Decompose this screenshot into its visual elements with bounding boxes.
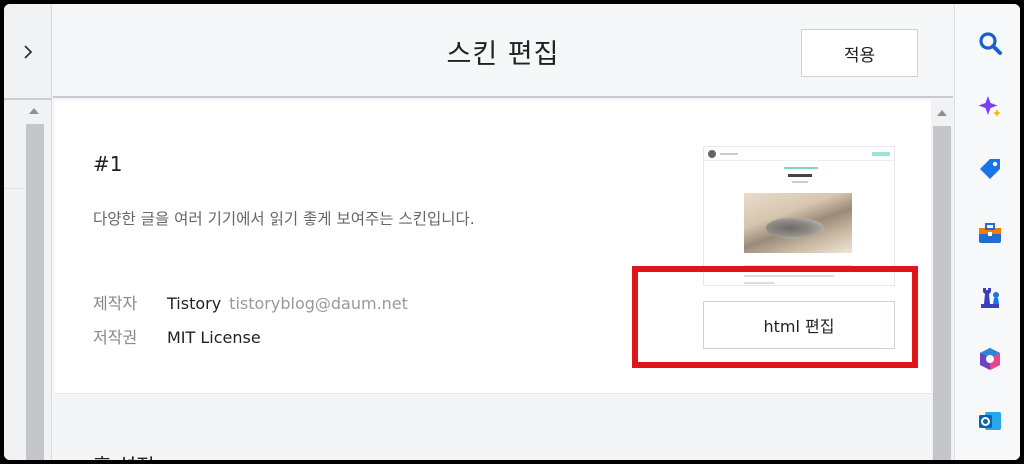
browser-window: 스킨 편집 적용 #1 다양한 글을 여러 기기에서 읽기 좋게 보여주는 스킨… <box>4 4 1020 460</box>
toolbox-icon[interactable] <box>975 218 1005 248</box>
panel-header: 스킨 편집 적용 <box>53 4 953 98</box>
left-scrollbar[interactable] <box>24 100 46 460</box>
preview-line <box>792 181 808 183</box>
chess-icon[interactable] <box>975 282 1005 312</box>
license-row: 저작권 MIT License <box>93 324 261 348</box>
section-heading: 홈 설정 <box>93 450 155 460</box>
left-panel-collapsed <box>4 4 52 460</box>
sparkle-icon[interactable] <box>975 92 1005 122</box>
skin-edit-panel: 스킨 편집 적용 #1 다양한 글을 여러 기기에서 읽기 좋게 보여주는 스킨… <box>53 4 953 460</box>
main-scrollbar[interactable] <box>931 100 953 460</box>
left-panel-header <box>4 4 52 100</box>
office-icon[interactable] <box>975 344 1005 374</box>
preview-line <box>720 153 738 155</box>
preview-line <box>784 167 818 169</box>
skin-info-card: #1 다양한 글을 여러 기기에서 읽기 좋게 보여주는 스킨입니다. 제작자 … <box>55 100 931 394</box>
outlook-icon[interactable] <box>975 406 1005 436</box>
search-icon[interactable] <box>975 28 1005 58</box>
chevron-right-icon[interactable] <box>20 40 36 64</box>
left-panel-divider <box>4 188 24 189</box>
skin-preview-thumbnail <box>703 146 895 286</box>
maker-email: tistoryblog@daum.net <box>229 294 408 313</box>
preview-topbar <box>704 147 894 161</box>
skin-description: 다양한 글을 여러 기기에서 읽기 좋게 보여주는 스킨입니다. <box>93 210 475 228</box>
scrollbar-thumb[interactable] <box>933 126 951 460</box>
browser-sidebar <box>954 4 1020 460</box>
license-label: 저작권 <box>93 328 138 347</box>
scroll-up-arrow-icon[interactable] <box>937 110 947 116</box>
maker-row: 제작자 Tistory tistoryblog@daum.net <box>93 290 408 314</box>
license-value: MIT License <box>167 328 261 347</box>
preview-avatar <box>708 150 716 158</box>
preview-cat <box>766 217 824 239</box>
scroll-up-arrow-icon[interactable] <box>29 108 39 114</box>
preview-line <box>872 152 890 156</box>
highlight-box <box>632 266 918 368</box>
scrollbar-thumb[interactable] <box>26 124 44 460</box>
panel-content: #1 다양한 글을 여러 기기에서 읽기 좋게 보여주는 스킨입니다. 제작자 … <box>53 100 931 460</box>
apply-button[interactable]: 적용 <box>801 29 918 77</box>
preview-line <box>788 174 812 177</box>
tag-icon[interactable] <box>975 154 1005 184</box>
maker-name: Tistory <box>167 294 222 313</box>
skin-name: #1 <box>93 152 123 176</box>
maker-label: 제작자 <box>93 294 138 313</box>
